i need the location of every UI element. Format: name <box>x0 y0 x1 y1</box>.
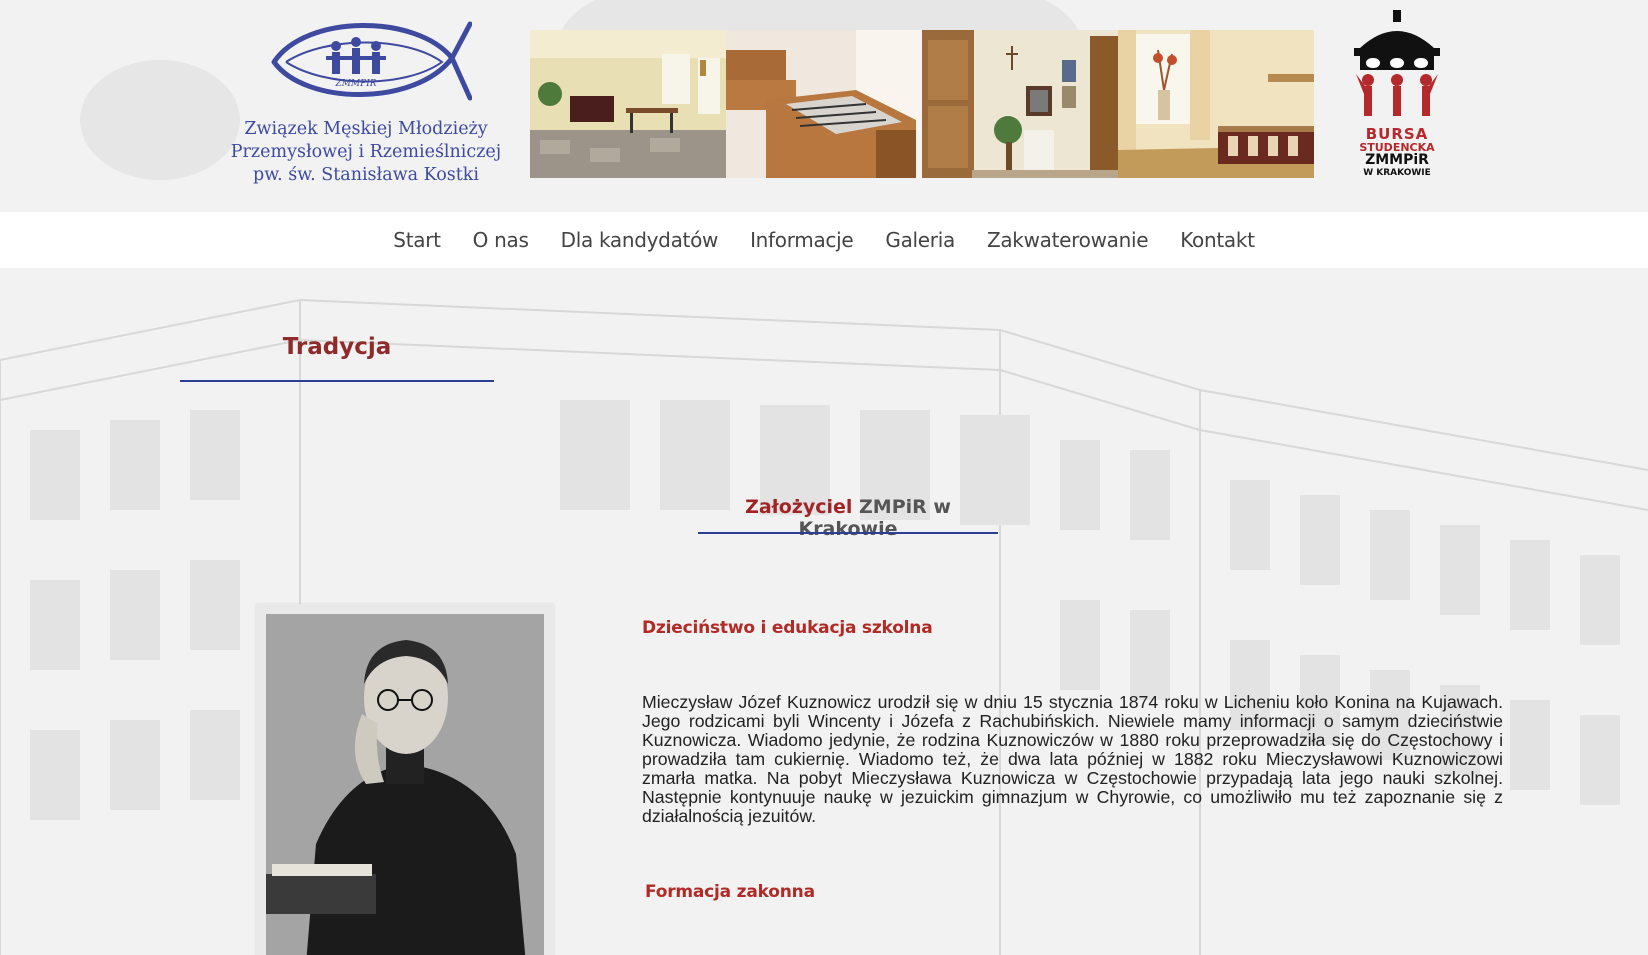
founder-portrait <box>266 614 544 955</box>
paragraph-childhood: Mieczysław Józef Kuznowicz urodził się w… <box>642 692 1503 826</box>
org-name-line1: Związek Męskiej Młodzieży <box>244 119 488 139</box>
organization-name: Związek Męskiej Młodzieży Przemysłowej i… <box>216 118 516 187</box>
photo-common-room <box>530 30 726 178</box>
section-title-underline <box>180 380 494 382</box>
nav-item-galeria[interactable]: Galeria <box>885 228 955 252</box>
heading-childhood: Dzieciństwo i edukacja szkolna <box>642 618 933 638</box>
photo-hallway <box>922 30 1118 178</box>
photo-room <box>1118 30 1314 178</box>
bursa-line3: ZMMPiR <box>1365 152 1429 168</box>
founder-portrait-frame <box>256 604 554 955</box>
heading-formation: Formacja zakonna <box>645 882 815 902</box>
fish-logo-icon[interactable]: ZMMPIR <box>266 18 472 104</box>
main-navigation: Start O nas Dla kandydatów Informacje Ga… <box>0 212 1648 268</box>
nav-item-zakwaterowanie[interactable]: Zakwaterowanie <box>987 228 1149 252</box>
bursa-line4: W KRAKOWIE <box>1363 168 1431 178</box>
nav-item-start[interactable]: Start <box>393 228 441 252</box>
bursa-logo-text: BURSA STUDENCKA ZMMPiR W KRAKOWIE <box>1346 125 1448 180</box>
org-name-line3: pw. św. Stanisława Kostki <box>253 165 479 185</box>
fish-logo-text: ZMMPIR <box>334 79 376 89</box>
section-title: Tradycja <box>282 334 392 360</box>
main-content: Tradycja Założyciel ZMPiR w Krakowie Dzi… <box>0 268 1648 955</box>
photo-organ <box>726 30 922 178</box>
nav-item-informacje[interactable]: Informacje <box>750 228 854 252</box>
bursa-line1: BURSA <box>1365 125 1429 143</box>
subtitle-accent: Założyciel <box>745 496 853 518</box>
org-name-line2: Przemysłowej i Rzemieślniczej <box>230 142 502 162</box>
site-header: ZMMPIR Związek Męskiej Młodzieży Przemys… <box>0 0 1648 212</box>
nav-item-o-nas[interactable]: O nas <box>473 228 529 252</box>
subtitle-underline <box>698 532 998 534</box>
header-photo-strip <box>530 30 1314 178</box>
nav-item-dla-kandydatow[interactable]: Dla kandydatów <box>561 228 719 252</box>
nav-item-kontakt[interactable]: Kontakt <box>1180 228 1255 252</box>
